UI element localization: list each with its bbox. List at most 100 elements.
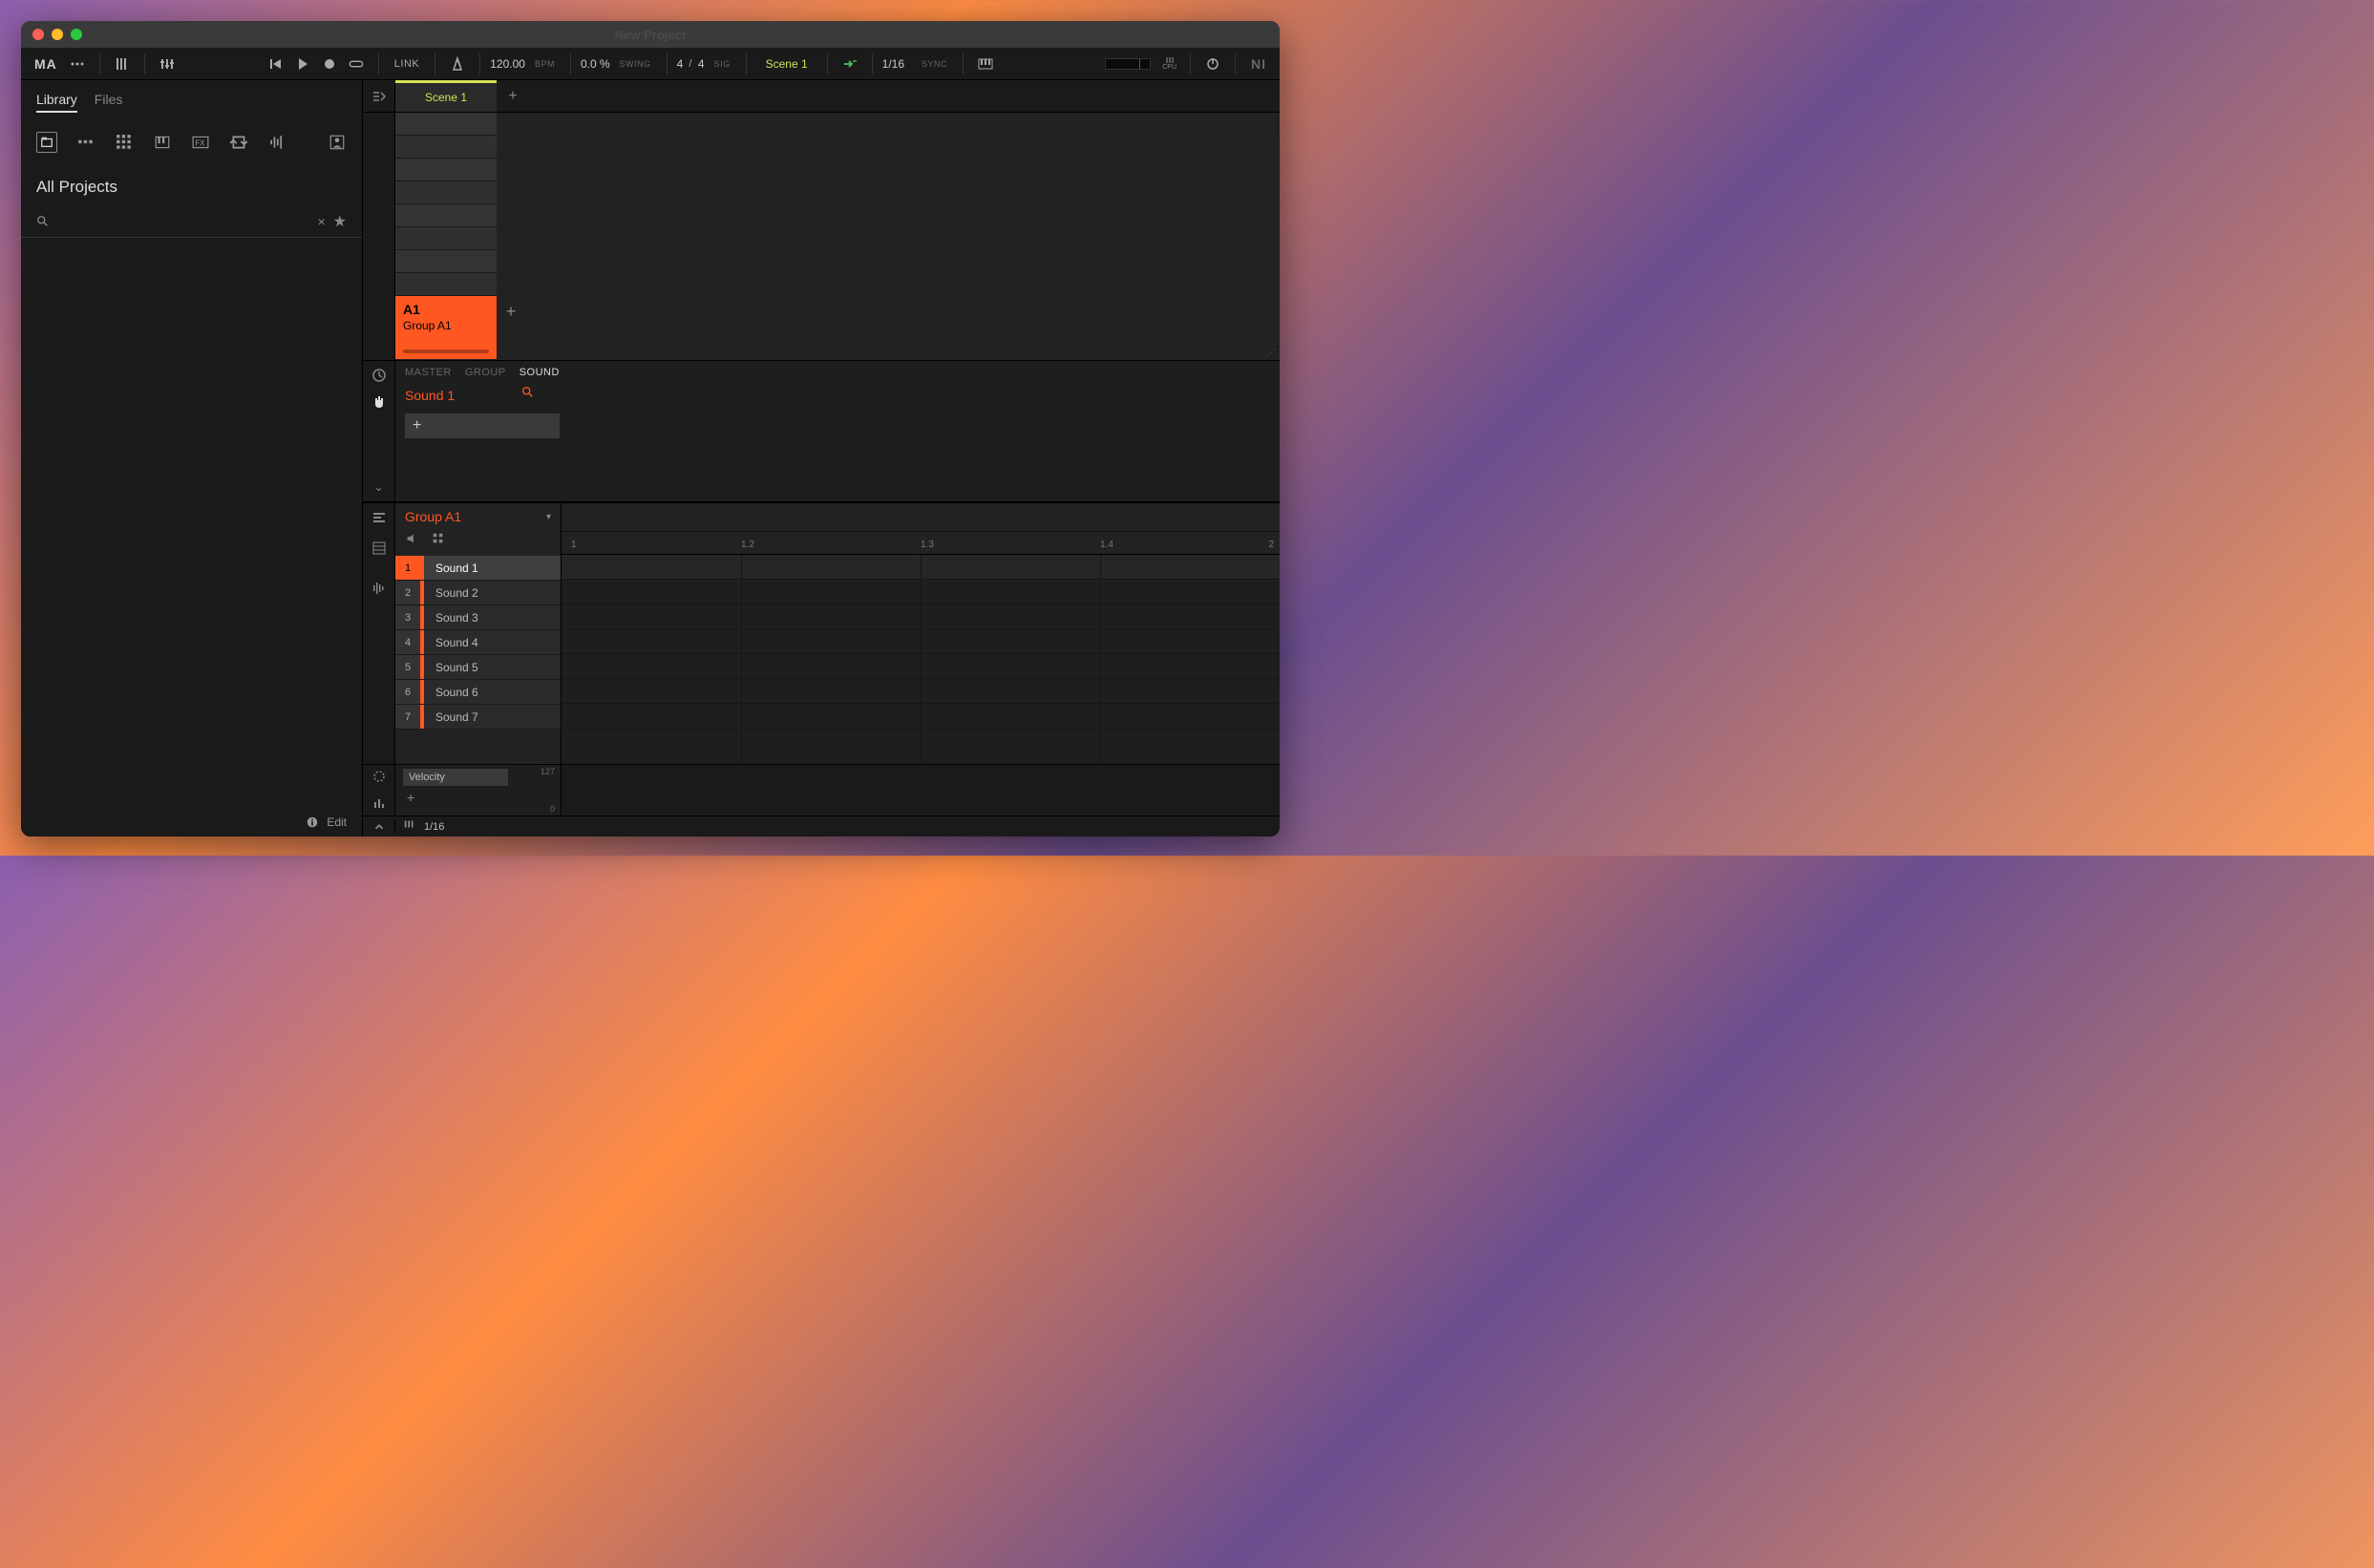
- group-level-meter: [403, 350, 489, 353]
- audio-view-icon[interactable]: [371, 580, 388, 597]
- titlebar: New Project: [21, 21, 1280, 48]
- sound-row-7[interactable]: 7Sound 7: [395, 705, 561, 730]
- power-icon[interactable]: [1200, 52, 1225, 76]
- sound-list: 1Sound 1 2Sound 2 3Sound 3 4Sound 4 5Sou…: [395, 556, 561, 764]
- user-content-icon[interactable]: [328, 133, 347, 152]
- samples-category-icon[interactable]: [267, 133, 286, 152]
- resize-handle-icon[interactable]: ⋰: [1266, 348, 1276, 358]
- plugin-icon[interactable]: [371, 393, 388, 411]
- group-header-a1[interactable]: A1 Group A1: [395, 296, 497, 359]
- play-button[interactable]: [290, 52, 315, 76]
- menu-icon[interactable]: [65, 52, 90, 76]
- svg-text:FX: FX: [195, 138, 205, 147]
- instruments-category-icon[interactable]: [153, 133, 172, 152]
- velocity-label[interactable]: Velocity: [403, 769, 508, 786]
- minimize-window-button[interactable]: [52, 29, 63, 40]
- scene-tab-1[interactable]: Scene 1: [395, 80, 497, 112]
- add-group-button[interactable]: +: [497, 296, 525, 361]
- sound-row-3[interactable]: 3Sound 3: [395, 605, 561, 630]
- arranger-grid[interactable]: + ⋰: [497, 113, 1280, 360]
- tab-master[interactable]: MASTER: [405, 367, 452, 378]
- window-title: New Project: [615, 28, 686, 42]
- group-id: A1: [403, 302, 489, 317]
- pad-view-icon[interactable]: [432, 532, 445, 550]
- search-icon: [36, 215, 50, 228]
- mixer-toggle-icon[interactable]: [155, 52, 180, 76]
- browser-categories: FX: [21, 120, 362, 164]
- sound-row-2[interactable]: 2Sound 2: [395, 581, 561, 605]
- sound-row-5[interactable]: 5Sound 5: [395, 655, 561, 680]
- fx-category-icon[interactable]: FX: [191, 133, 210, 152]
- arranger-options-icon[interactable]: [363, 80, 395, 112]
- mute-icon[interactable]: [405, 532, 418, 550]
- sound-row-6[interactable]: 6Sound 6: [395, 680, 561, 705]
- expand-down-icon[interactable]: ⌄: [373, 480, 383, 494]
- track-rail: [363, 113, 395, 360]
- swing-label: SWING: [614, 59, 657, 69]
- tab-library[interactable]: Library: [36, 92, 77, 113]
- zoom-window-button[interactable]: [71, 29, 82, 40]
- grid-resolution[interactable]: 1/16: [416, 821, 444, 833]
- add-scene-button[interactable]: +: [497, 80, 529, 112]
- favorites-icon[interactable]: ★: [333, 212, 347, 231]
- bpm-label: BPM: [529, 59, 561, 69]
- add-lane-button[interactable]: +: [403, 790, 553, 805]
- tempo-value[interactable]: 120.00: [490, 57, 525, 71]
- close-window-button[interactable]: [32, 29, 44, 40]
- sync-label[interactable]: SYNC: [916, 59, 953, 69]
- current-scene[interactable]: Scene 1: [756, 57, 817, 71]
- pattern-ruler[interactable]: 1 1.2 1.3 1.4 2: [562, 503, 1280, 555]
- current-sound-name[interactable]: Sound 1: [405, 388, 455, 403]
- app-logo: MA: [29, 56, 63, 72]
- keyboard-icon[interactable]: [973, 52, 998, 76]
- group-dropdown-icon[interactable]: ▾: [546, 512, 551, 522]
- velocity-grid[interactable]: [562, 765, 1280, 816]
- tab-sound[interactable]: SOUND: [519, 367, 560, 378]
- browser-panel: Library Files FX All Projects × ★: [21, 80, 363, 837]
- window-controls: [32, 29, 82, 40]
- ni-logo: NI: [1245, 56, 1272, 72]
- info-icon[interactable]: [306, 816, 319, 829]
- browser-results: [21, 242, 362, 808]
- list-view-icon[interactable]: [371, 540, 388, 557]
- sound-row-1[interactable]: 1Sound 1: [395, 556, 561, 581]
- tab-group[interactable]: GROUP: [465, 367, 506, 378]
- clear-search-icon[interactable]: ×: [317, 214, 325, 229]
- timesig-numerator[interactable]: 4: [677, 57, 684, 71]
- record-button[interactable]: [317, 52, 342, 76]
- loops-category-icon[interactable]: [229, 133, 248, 152]
- modulation-icon[interactable]: [371, 769, 387, 789]
- projects-category-icon[interactable]: [36, 132, 57, 153]
- app-window: New Project MA LINK 120.00 BPM 0.0 % SWI…: [21, 21, 1280, 837]
- restart-button[interactable]: [264, 52, 288, 76]
- collapse-up-icon[interactable]: [363, 820, 395, 834]
- sounds-category-icon[interactable]: [115, 133, 134, 152]
- pattern-group-name[interactable]: Group A1: [405, 509, 461, 524]
- tab-files[interactable]: Files: [95, 92, 123, 111]
- loop-button[interactable]: [344, 52, 369, 76]
- quick-browse-icon[interactable]: [371, 367, 388, 384]
- pattern-grid[interactable]: 1 1.2 1.3 1.4 2: [562, 503, 1280, 764]
- main-area: Scene 1 + A1 Group A1 + ⋰: [363, 80, 1280, 837]
- automation-icon[interactable]: [371, 796, 387, 816]
- sound-search-icon[interactable]: [521, 386, 535, 404]
- grid-settings-icon[interactable]: [395, 817, 416, 836]
- pattern-view-icon[interactable]: [371, 509, 388, 526]
- timesig-denominator[interactable]: 4: [698, 57, 705, 71]
- edit-button[interactable]: Edit: [327, 816, 347, 829]
- swing-value[interactable]: 0.0 %: [581, 57, 610, 71]
- track-headers: A1 Group A1: [395, 113, 497, 360]
- browser-heading: All Projects: [21, 164, 362, 206]
- link-button[interactable]: LINK: [389, 58, 425, 70]
- search-input[interactable]: [57, 215, 309, 228]
- follow-icon[interactable]: [837, 52, 862, 76]
- quantize-value[interactable]: 1/16: [882, 57, 904, 71]
- browser-toggle-icon[interactable]: [110, 52, 135, 76]
- groups-category-icon[interactable]: [76, 133, 95, 152]
- main-toolbar: MA LINK 120.00 BPM 0.0 % SWING 4 / 4 SIG…: [21, 48, 1280, 80]
- timesig-label: SIG: [709, 59, 736, 69]
- group-name: Group A1: [403, 319, 489, 332]
- add-plugin-slot[interactable]: +: [405, 413, 560, 438]
- metronome-icon[interactable]: [445, 52, 470, 76]
- sound-row-4[interactable]: 4Sound 4: [395, 630, 561, 655]
